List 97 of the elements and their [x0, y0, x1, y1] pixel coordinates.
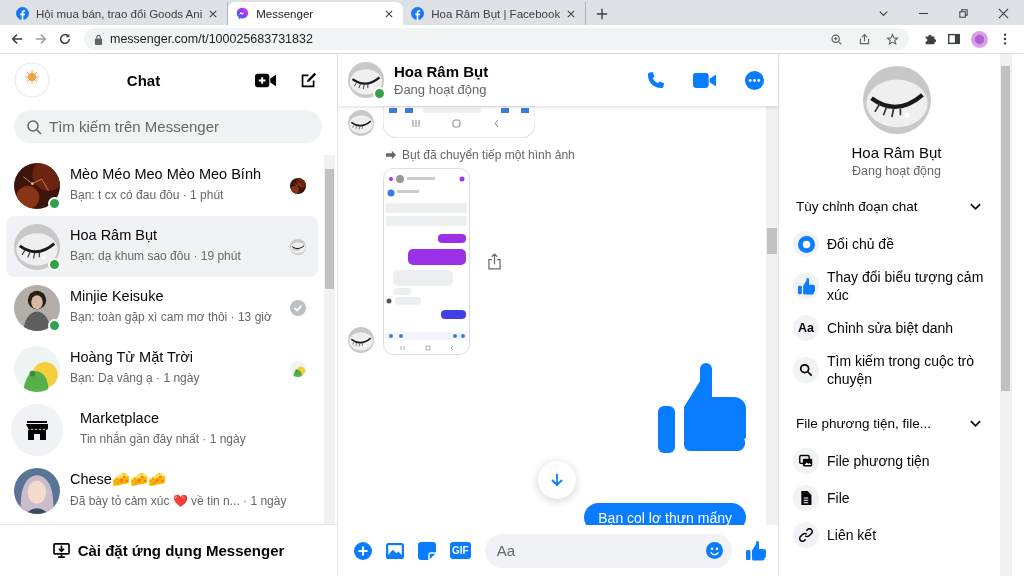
- menu-item-label: Đổi chủ đề: [827, 235, 895, 253]
- phone-icon[interactable]: [646, 70, 665, 90]
- sidebar-icon[interactable]: [947, 32, 961, 46]
- back-icon[interactable]: [10, 32, 24, 46]
- message-input[interactable]: Aa: [484, 533, 732, 568]
- conversation-item[interactable]: Chese🧀🧀🧀 Đã bày tỏ cảm xúc ❤ về tin n... · 1 ngày: [6, 460, 318, 521]
- section-header[interactable]: Tùy chỉnh đoạn chat: [793, 186, 992, 227]
- reload-icon[interactable]: [58, 32, 72, 46]
- zoom-icon[interactable]: [830, 32, 843, 46]
- menu-item-label: Tìm kiếm trong cuộc trò chuyện: [827, 352, 976, 388]
- like-icon[interactable]: [746, 540, 766, 561]
- status-text: Đang hoạt động: [394, 82, 488, 97]
- forward-icon[interactable]: [34, 32, 48, 46]
- close-icon[interactable]: [209, 9, 218, 18]
- gif-button[interactable]: GIF: [450, 542, 471, 559]
- message-preview: Bạn: dạ khum sao đôu · 19 phút: [70, 248, 241, 265]
- contact-name[interactable]: Hoa Râm Bụt: [394, 63, 489, 80]
- menu-item-label: File: [827, 489, 851, 507]
- new-tab-icon[interactable]: [596, 8, 609, 20]
- conversation-item[interactable]: Minjie Keisuke Bạn: toàn gặp xì cam mơ thôi · 13 giờ: [6, 277, 318, 338]
- menu-item[interactable]: Liên kết: [793, 518, 992, 552]
- menu-item[interactable]: File: [793, 481, 992, 515]
- contact-name: Mèo Méo Meo Mèo Meo Bính: [70, 166, 262, 182]
- forward-note: Bụt đã chuyển tiếp một hình ảnh: [402, 148, 575, 162]
- conversation-item[interactable]: Mèo Méo Meo Mèo Meo Bính Bạn: t cx có đau đôu · 1 phút: [6, 155, 318, 216]
- facebook-icon: [16, 7, 29, 20]
- message-bubble: Bạn col lơ thưn mấny: [584, 503, 746, 525]
- scrollbar[interactable]: [766, 106, 778, 525]
- conversation-item[interactable]: Marketplace Tin nhắn gần đây nhất · 1 ngày: [6, 399, 318, 460]
- arrow-down-icon: [549, 472, 565, 488]
- desktop-download-icon: [52, 543, 70, 558]
- video-camera-icon[interactable]: [693, 71, 717, 89]
- star-icon[interactable]: [886, 32, 899, 46]
- image-icon[interactable]: [386, 541, 404, 560]
- conversation-item[interactable]: Hoàng Tử Mặt Trời Bạn: Dạ vâng ạ · 1 ngày: [6, 338, 318, 399]
- search-field[interactable]: Tìm kiếm trên Messenger: [14, 110, 322, 143]
- contact-name: Marketplace: [80, 410, 160, 426]
- more-icon[interactable]: [745, 70, 764, 90]
- menu-item[interactable]: Aa Chỉnh sửa biệt danh: [793, 311, 992, 345]
- contact-name: Chese🧀🧀🧀: [70, 470, 167, 488]
- screenshot-drawing[interactable]: [383, 168, 470, 355]
- sticker-icon[interactable]: [418, 541, 436, 560]
- message-preview: Đã bày tỏ cảm xúc ❤ về tin n... · 1 ngày: [70, 492, 287, 510]
- contact-name: Hoa Râm Bụt: [70, 227, 159, 243]
- profile-avatar-icon[interactable]: [971, 30, 988, 48]
- search-icon: [799, 363, 813, 377]
- message-preview: Bạn: t cx có đau đôu · 1 phút: [70, 187, 224, 204]
- emoji-icon[interactable]: [706, 541, 723, 559]
- contact-name: Hoàng Tử Mặt Trời: [70, 349, 194, 365]
- messenger-icon: [236, 7, 250, 20]
- contact-name: Minjie Keisuke: [70, 288, 165, 304]
- install-app-button[interactable]: Cài đặt ứng dụng Messenger: [42, 536, 295, 565]
- search-icon: [26, 119, 42, 135]
- close-icon[interactable]: [998, 8, 1009, 19]
- chat-title: Chat: [125, 71, 162, 89]
- section-title: File phương tiện, file...: [796, 416, 931, 431]
- menu-item[interactable]: Đổi chủ đề: [793, 227, 992, 261]
- scrollbar[interactable]: [1000, 54, 1011, 576]
- close-icon[interactable]: [385, 9, 394, 18]
- menu-item[interactable]: File phương tiện: [793, 444, 992, 478]
- like-icon: [797, 277, 815, 295]
- lock-icon: [94, 33, 103, 45]
- message-preview: Tin nhắn gần đây nhất · 1 ngày: [80, 430, 246, 448]
- conversation-item[interactable]: Hoa Râm Bụt Bạn: dạ khum sao đôu · 19 phút: [6, 216, 318, 277]
- facebook-icon: [411, 7, 425, 20]
- menu-item-label: Thay đổi biểu tượng cảm xúc: [827, 268, 985, 304]
- add-icon[interactable]: [354, 541, 372, 560]
- media-icon: [799, 454, 813, 468]
- share-icon[interactable]: [858, 32, 871, 46]
- forward-arrow-icon: [385, 150, 397, 160]
- close-icon[interactable]: [567, 9, 576, 18]
- menu-item[interactable]: Thay đổi biểu tượng cảm xúc: [793, 264, 992, 308]
- section-title: Tùy chỉnh đoạn chat: [796, 199, 918, 214]
- share-icon[interactable]: [488, 253, 501, 270]
- puzzle-icon[interactable]: [923, 32, 937, 46]
- menu-item-label: Liên kết: [827, 526, 878, 544]
- link-icon: [799, 528, 813, 542]
- text-icon: Aa: [798, 321, 814, 335]
- message-preview: Bạn: Dạ vâng ạ · 1 ngày: [70, 370, 200, 387]
- video-add-icon[interactable]: [255, 71, 276, 89]
- menu-item-label: Chỉnh sửa biệt danh: [827, 319, 955, 337]
- restore-icon[interactable]: [958, 8, 969, 19]
- theme-icon: [797, 235, 815, 253]
- menu-item-label: File phương tiện: [827, 452, 931, 470]
- section-header[interactable]: File phương tiện, file...: [793, 403, 992, 444]
- store-icon: [25, 418, 49, 441]
- status-text: Đang hoạt động: [852, 164, 941, 178]
- contact-name: Hoa Râm Bụt: [851, 144, 942, 161]
- caret-icon[interactable]: [878, 8, 889, 19]
- scroll-down-button[interactable]: [538, 461, 576, 499]
- address-bar[interactable]: messenger.com/t/100025683731832: [84, 28, 909, 50]
- screenshot-drawing[interactable]: [383, 106, 535, 138]
- file-icon: [799, 491, 813, 505]
- scrollbar[interactable]: [324, 155, 335, 524]
- message-preview: Bạn: toàn gặp xì cam mơ thôi · 13 giờ: [70, 309, 272, 326]
- browser-tab[interactable]: Messenger: [228, 2, 404, 25]
- menu-item[interactable]: Tìm kiếm trong cuộc trò chuyện: [793, 348, 992, 392]
